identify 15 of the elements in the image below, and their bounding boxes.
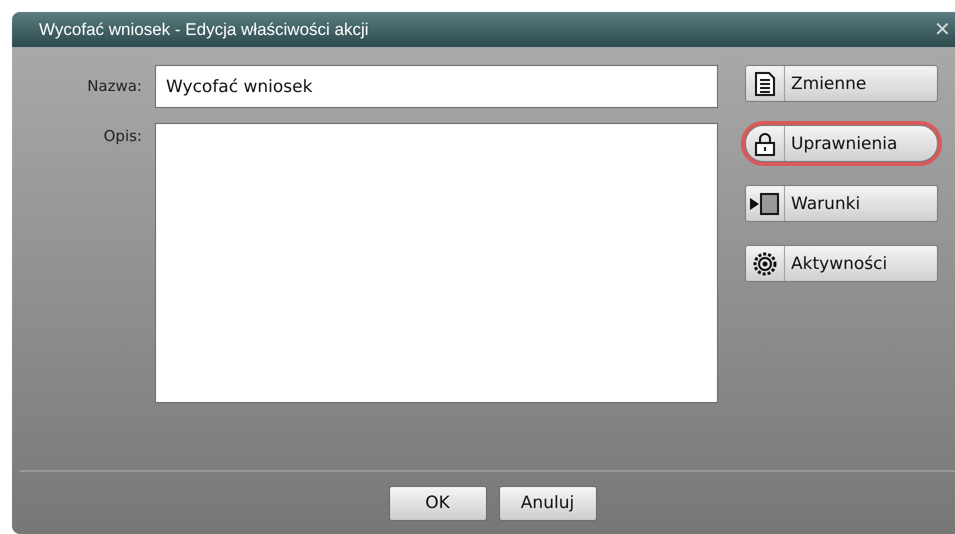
side-button[interactable]: Aktywności [745, 245, 938, 282]
name-input-field[interactable]: Wycofać wniosek [155, 65, 718, 108]
window-title: Wycofać wniosek - Edycja właściwości akcji [39, 20, 369, 40]
close-button[interactable]: ✕ [928, 17, 955, 42]
side-button[interactable]: Zmienne [745, 65, 938, 102]
document-icon [755, 72, 775, 96]
field-label: Nazwa: [86, 76, 142, 97]
gear-icon [752, 250, 778, 276]
arrow-into-box-icon [750, 192, 780, 214]
description-text-area[interactable] [155, 123, 718, 403]
dialog-button[interactable]: OK [388, 486, 486, 520]
side-button[interactable]: Warunki [745, 185, 938, 222]
lock-icon [755, 132, 775, 156]
field-label: Opis: [102, 126, 142, 147]
dialog-button[interactable]: Anuluj [498, 486, 596, 520]
